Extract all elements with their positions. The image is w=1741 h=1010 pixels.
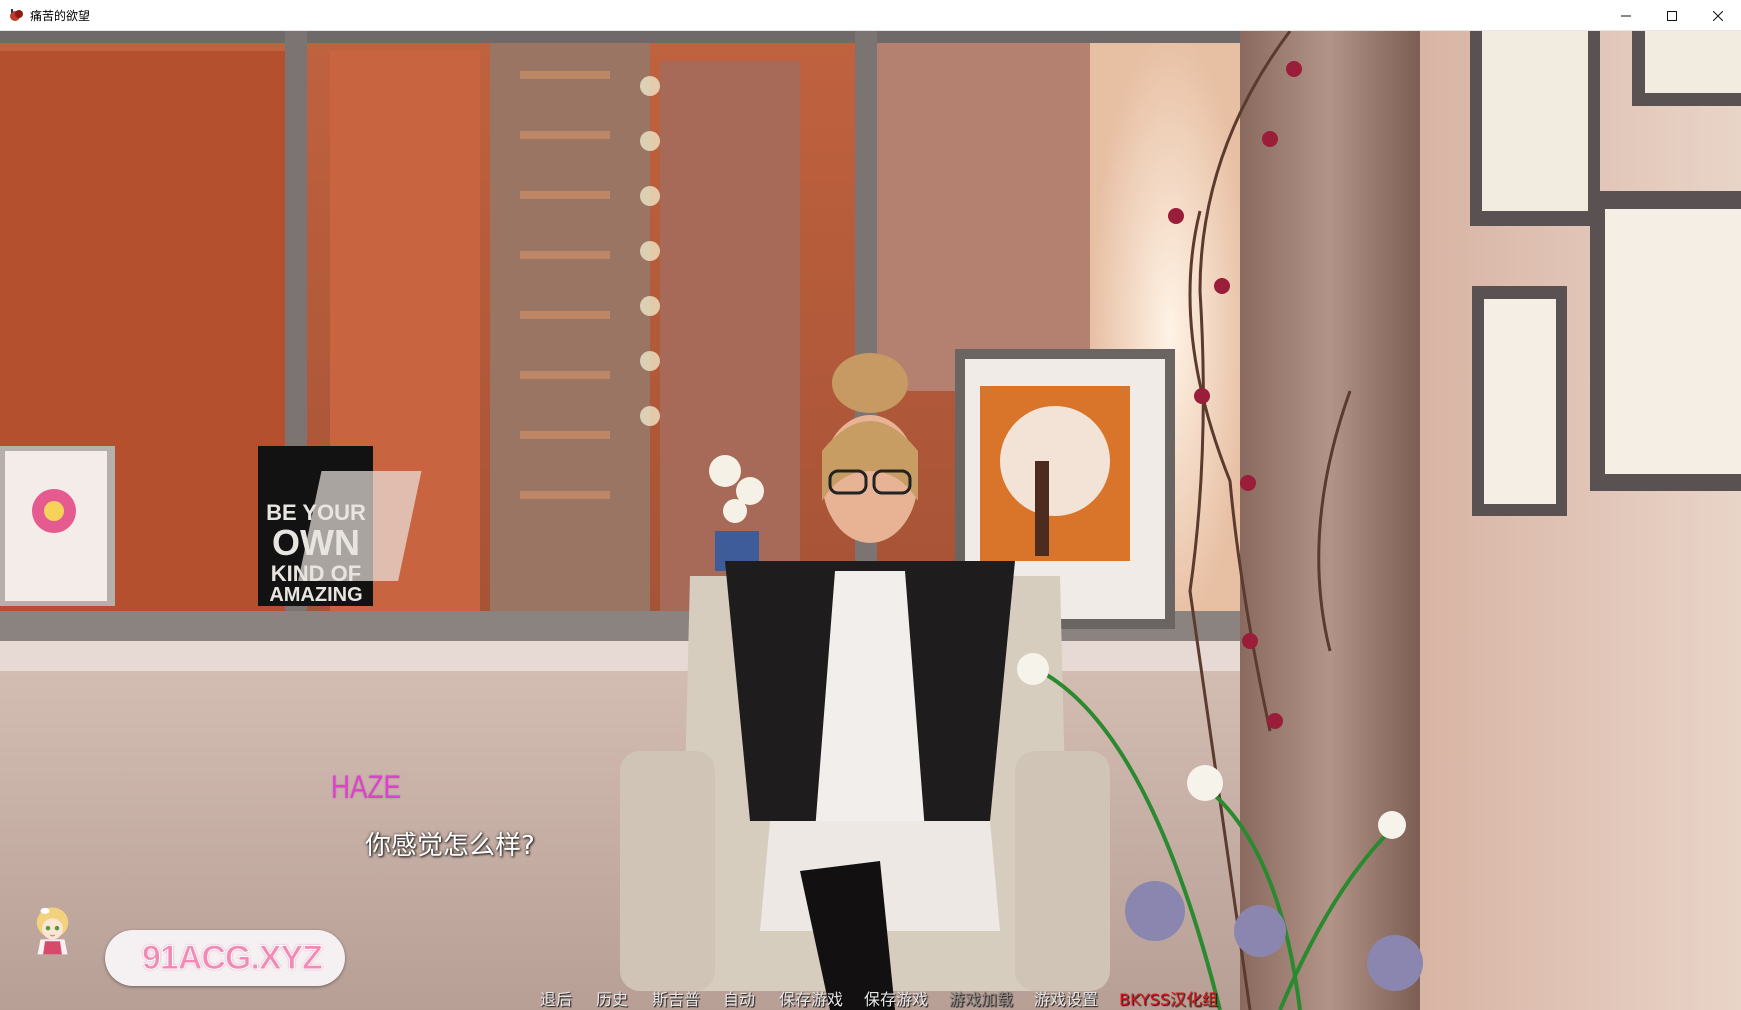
window-title: 痛苦的欲望 (30, 8, 91, 23)
minimize-icon (1621, 15, 1631, 16)
quick-menu-save[interactable]: 保存游戏 (779, 986, 843, 1010)
motivational-poster: BE YOUR OWN KIND OF AMAZING (262, 501, 370, 606)
watermark-text: 91ACG.XYZ (142, 939, 324, 978)
poster-line-4: AMAZING (269, 583, 363, 606)
poster-line-1: BE YOUR (266, 500, 366, 525)
title-bar[interactable]: 痛苦的欲望 (0, 0, 1741, 31)
quick-menu-back[interactable]: 退后 (540, 986, 572, 1010)
dialogue-text[interactable]: 你感觉怎么样? (365, 825, 535, 862)
quick-menu-load[interactable]: 游戏加载 (949, 986, 1013, 1010)
app-icon (10, 9, 23, 21)
quick-menu-history[interactable]: 历史 (596, 986, 628, 1010)
game-scene[interactable]: BE YOUR OWN KIND OF AMAZING HAZE 你感觉怎么样? (0, 31, 1741, 1010)
maximize-button[interactable] (1649, 0, 1695, 31)
maximize-icon (1667, 10, 1677, 21)
quick-menu-skip[interactable]: 斯吉普 (652, 986, 700, 1010)
window-controls (1603, 0, 1741, 31)
poster-line-3: KIND OF (270, 560, 362, 586)
translator-credit[interactable]: BKYSS汉化组 (1119, 986, 1218, 1010)
quick-menu-settings[interactable]: 游戏设置 (1034, 986, 1098, 1010)
quick-menu-quick-save[interactable]: 保存游戏 (864, 986, 928, 1010)
close-icon (1713, 10, 1723, 21)
speaker-name: HAZE (331, 769, 401, 805)
quick-menu: 退后 历史 斯吉普 自动 保存游戏 保存游戏 游戏加载 游戏设置 BKYSS汉化… (0, 986, 1741, 1010)
quick-menu-auto[interactable]: 自动 (723, 986, 755, 1010)
poster-line-2: OWN (272, 522, 360, 564)
minimize-button[interactable] (1603, 0, 1649, 31)
close-button[interactable] (1695, 0, 1741, 31)
game-window: 痛苦的欲望 BE YOUR OWN KIND OF AMAZING HAZE 你… (0, 0, 1741, 1010)
